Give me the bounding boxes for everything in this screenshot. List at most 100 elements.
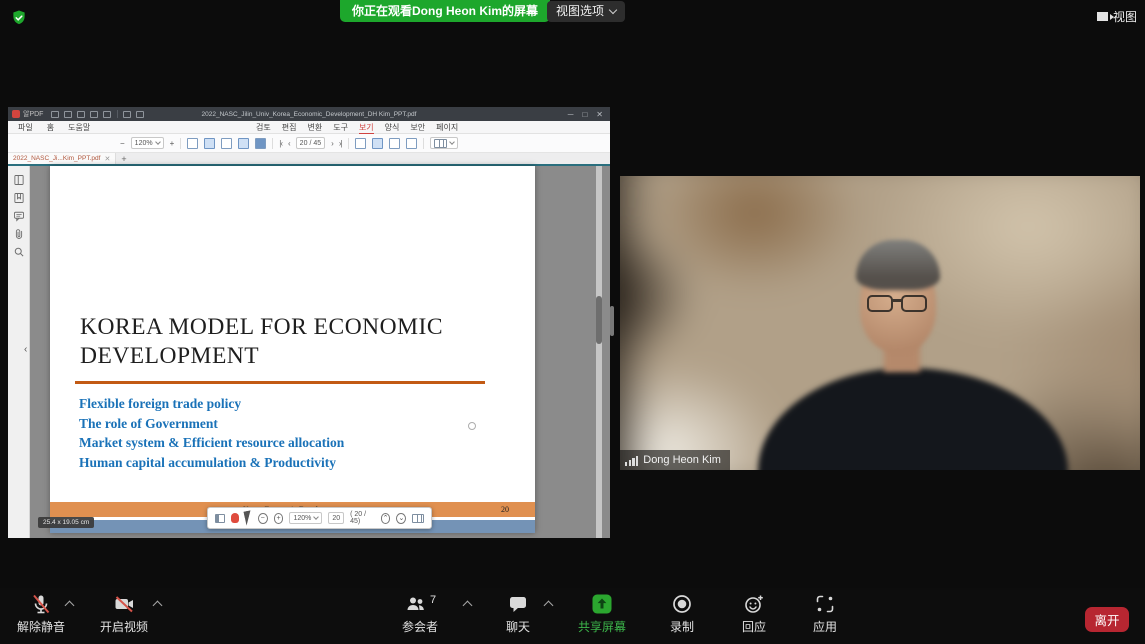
tab-label: 2022_NASC_Ji...Kim_PPT.pdf [13, 155, 100, 162]
continuous-scroll-view-icon[interactable] [221, 138, 232, 149]
select-tool-icon[interactable] [243, 510, 253, 525]
grid-view-icon[interactable] [406, 138, 417, 149]
zoom-in-button[interactable]: + [170, 139, 175, 148]
pdf-scrollbar-thumb[interactable] [596, 296, 602, 344]
page-number-input[interactable]: 20 [328, 512, 344, 524]
leave-meeting-button[interactable]: 离开 [1085, 607, 1129, 632]
menu-view[interactable]: 보기 [359, 122, 374, 134]
zoom-level-select[interactable]: 120% [131, 137, 164, 149]
page-number-value: 20 [332, 515, 340, 522]
view-button-label: 视图 [1113, 8, 1137, 25]
menu-tools[interactable]: 도구 [333, 122, 348, 133]
previous-page-button[interactable]: ‹ [288, 139, 290, 148]
close-icon[interactable]: ✕ [596, 110, 603, 119]
record-button[interactable]: 录制 [650, 592, 714, 635]
slide-bullet: Flexible foreign trade policy [79, 394, 344, 414]
share-icon[interactable] [103, 111, 111, 118]
menu-security[interactable]: 보안 [410, 122, 425, 133]
menu-help[interactable]: 도움말 [68, 122, 90, 133]
sidebar-collapse-chevron[interactable]: ‹ [24, 344, 27, 355]
undo-icon[interactable] [123, 111, 131, 118]
fill-page-view-icon[interactable] [255, 138, 266, 149]
document-tab[interactable]: 2022_NASC_Ji...Kim_PPT.pdf ✕ [8, 153, 116, 164]
participants-options-caret[interactable] [463, 601, 473, 611]
share-screen-icon [590, 592, 614, 616]
reactions-label: 回应 [742, 618, 766, 635]
zoom-level-value: 120% [135, 140, 153, 147]
thumbnails-panel-icon[interactable] [13, 174, 25, 186]
view-options-button[interactable]: 视图选项 [547, 1, 625, 22]
share-screen-button[interactable]: 共享屏幕 [570, 592, 634, 635]
menu-file[interactable]: 파일 [18, 122, 33, 133]
zoom-in-button[interactable]: + [274, 513, 284, 524]
slide-bullet-list: Flexible foreign trade policy The role o… [79, 394, 344, 472]
menu-edit[interactable]: 편집 [282, 122, 297, 133]
menu-convert[interactable]: 변환 [307, 122, 322, 133]
page-number-input[interactable]: 20 / 45 [296, 137, 325, 149]
reactions-button[interactable]: 回应 [722, 592, 786, 635]
last-page-button[interactable]: ›| [339, 139, 342, 148]
glasses-bridge [892, 299, 902, 302]
chat-label: 聊天 [506, 618, 530, 635]
menu-page[interactable]: 페이지 [436, 122, 458, 133]
minimize-icon[interactable]: ─ [568, 110, 574, 119]
attachments-panel-icon[interactable] [13, 228, 25, 240]
shared-screen-scroll-handle[interactable] [610, 306, 614, 336]
participants-button[interactable]: 7 参会者 [388, 592, 452, 635]
video-off-icon [112, 592, 136, 616]
app-name: 알PDF [23, 109, 43, 119]
zoom-level-select[interactable]: 120% [289, 512, 322, 524]
participant-name: Dong Heon Kim [643, 454, 721, 466]
menu-forms[interactable]: 양식 [385, 122, 400, 133]
menu-home[interactable]: 홈 [47, 122, 54, 133]
pdf-scrollbar[interactable] [596, 166, 602, 538]
unmute-button[interactable]: 解除静音 [9, 592, 73, 635]
pointer-cursor-icon [468, 422, 476, 430]
more-view-options-dropdown[interactable] [430, 137, 458, 149]
fit-width-view-icon[interactable] [204, 138, 215, 149]
first-page-button[interactable]: |‹ [279, 139, 282, 148]
chat-button[interactable]: 聊天 [486, 592, 550, 635]
two-page-view-icon[interactable] [389, 138, 400, 149]
start-video-button[interactable]: 开启视频 [92, 592, 156, 635]
bookmarks-panel-icon[interactable] [13, 192, 25, 204]
next-page-button[interactable]: › [331, 139, 333, 148]
tab-close-icon[interactable]: ✕ [104, 155, 110, 163]
zoom-out-button[interactable]: − [120, 139, 125, 148]
maximize-icon[interactable]: □ [582, 110, 587, 119]
floating-page-toolbar: − + 120% 20 ( 20 / 45) ⌃ ⌄ [207, 507, 432, 529]
save-as-icon[interactable] [77, 111, 85, 118]
save-icon[interactable] [64, 111, 72, 118]
slide-page-number: 20 [501, 505, 509, 514]
search-panel-icon[interactable] [13, 246, 25, 258]
side-panel-icon[interactable] [215, 514, 225, 523]
participants-icon [404, 592, 428, 616]
new-tab-button[interactable]: + [121, 154, 126, 164]
comments-panel-icon[interactable] [13, 210, 25, 222]
zoom-out-button[interactable]: − [258, 513, 268, 524]
hand-tool-icon[interactable] [231, 513, 239, 523]
slide-title: KOREA MODEL FOR ECONOMIC DEVELOPMENT [80, 313, 490, 371]
watching-screen-banner: 你正在观看Dong Heon Kim的屏幕 [340, 0, 550, 22]
redo-icon[interactable] [136, 111, 144, 118]
menu-review[interactable]: 검토 [256, 122, 271, 133]
record-label: 录制 [670, 618, 694, 635]
participant-video-tile[interactable]: Dong Heon Kim [620, 176, 1140, 470]
chevron-down-icon [314, 514, 320, 520]
print-icon[interactable] [90, 111, 98, 118]
fit-page-view-icon[interactable] [238, 138, 249, 149]
thumbnail-grid-icon[interactable] [412, 514, 424, 523]
pdf-titlebar[interactable]: 알PDF 2022_NASC_Jilin_Univ_Korea_Economic… [8, 107, 610, 121]
chevron-down-icon [155, 139, 161, 145]
book-view-icon[interactable] [372, 138, 383, 149]
next-page-button[interactable]: ⌄ [396, 513, 406, 524]
slide-bullet: The role of Government [79, 414, 344, 434]
previous-page-button[interactable]: ⌃ [381, 513, 391, 524]
apps-button[interactable]: 应用 [793, 592, 857, 635]
open-folder-icon[interactable] [51, 111, 59, 118]
view-button[interactable]: 视图 [1097, 7, 1137, 25]
security-shield-icon[interactable] [10, 9, 28, 32]
single-page-view-icon[interactable] [187, 138, 198, 149]
participants-label: 参会者 [402, 618, 438, 635]
page-layout-icon[interactable] [355, 138, 366, 149]
